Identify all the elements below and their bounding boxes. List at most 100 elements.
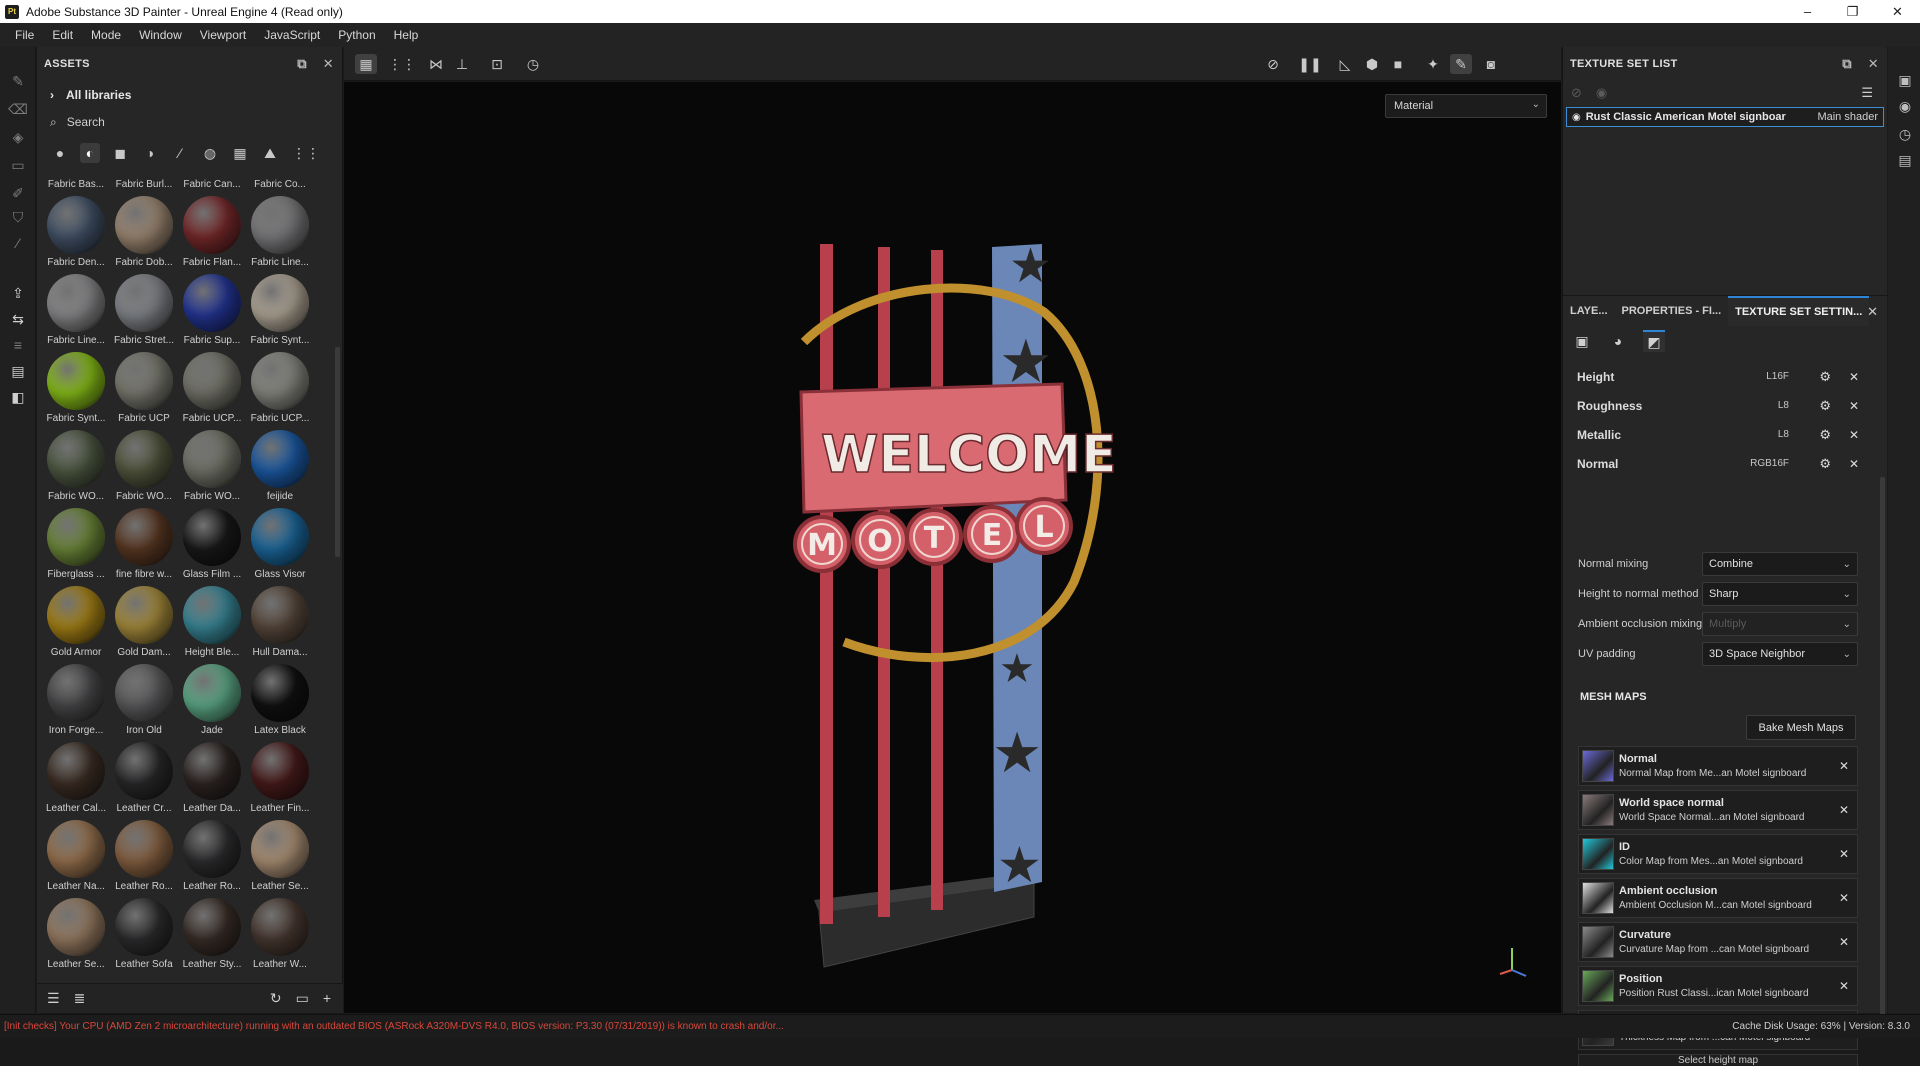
asset-thumbnail[interactable]: Glass Film ... (178, 505, 246, 583)
menu-window[interactable]: Window (130, 28, 191, 42)
select-height-map[interactable]: Select height map (1578, 1054, 1858, 1066)
screenshot-icon[interactable]: ◙ (1480, 54, 1502, 74)
asset-thumbnail[interactable]: Leather Ro... (178, 817, 246, 895)
height-to-normal-select[interactable]: Sharp ⌄ (1702, 582, 1858, 606)
remove-icon[interactable]: ✕ (1839, 891, 1849, 905)
layout-grid-icon[interactable]: ⋮⋮ (388, 54, 416, 74)
asset-thumbnail[interactable]: Fabric WO... (178, 427, 246, 505)
remove-icon[interactable]: ✕ (1839, 847, 1849, 861)
log-icon[interactable]: ▤ (1896, 151, 1914, 169)
smart-material-filter-icon[interactable]: ◐ (80, 143, 100, 163)
shelf-icon[interactable]: ◧ (8, 387, 28, 407)
channel-display-select[interactable]: Material ⌄ (1385, 94, 1547, 118)
asset-thumbnail[interactable]: Fabric Stret... (110, 271, 178, 349)
hide-all-icon[interactable]: ⊘ (1571, 85, 1582, 101)
paint-brush-icon[interactable]: ✎ (8, 71, 28, 91)
asset-thumbnail[interactable]: Leather Cal... (42, 739, 110, 817)
history-icon[interactable]: ◷ (522, 54, 544, 74)
mesh-map-row[interactable]: Normal Normal Map from Me...an Motel sign… (1578, 746, 1858, 786)
asset-thumbnail[interactable]: Leather Na... (42, 817, 110, 895)
search-input[interactable]: ⌕ Search (37, 109, 342, 135)
particles-icon[interactable]: ✦ (1422, 54, 1444, 74)
asset-thumbnail[interactable]: Leather Fin... (246, 739, 314, 817)
asset-thumbnail[interactable]: Fiberglass ... (42, 505, 110, 583)
list-view-icon[interactable]: ☰ (47, 990, 60, 1007)
brush-filter-icon[interactable]: ⁄ (170, 143, 190, 163)
paint-mode-icon[interactable]: ✎ (1450, 54, 1472, 74)
menu-help[interactable]: Help (385, 28, 428, 42)
pause-icon[interactable]: ❚❚ (1298, 54, 1321, 74)
measure-icon[interactable]: ≡ (8, 335, 28, 355)
filter-view-icon[interactable]: ≣ (74, 990, 86, 1007)
normal-mixing-select[interactable]: Combine ⌄ (1702, 552, 1858, 576)
remove-icon[interactable]: ✕ (1849, 370, 1859, 384)
remove-icon[interactable]: ✕ (1839, 935, 1849, 949)
mask-filter-icon[interactable]: ◼ (110, 143, 130, 163)
uv-tab-icon[interactable]: ◩ (1643, 330, 1665, 352)
assets-scrollbar[interactable] (335, 347, 340, 557)
remove-icon[interactable]: ✕ (1849, 457, 1859, 471)
channel-format[interactable]: L8 (1778, 429, 1789, 440)
asset-thumbnail[interactable]: fine fibre w... (110, 505, 178, 583)
material-tab-icon[interactable]: ◕ (1607, 330, 1629, 352)
asset-thumbnail[interactable]: Fabric WO... (110, 427, 178, 505)
channel-format[interactable]: L8 (1778, 400, 1789, 411)
asset-thumbnail[interactable]: Glass Visor (246, 505, 314, 583)
asset-thumbnail[interactable]: Latex Black (246, 661, 314, 739)
menu-icon[interactable]: ☰ (1861, 85, 1873, 101)
asset-thumbnail[interactable]: Leather W... (246, 895, 314, 969)
tab-layers[interactable]: LAYE... (1563, 296, 1615, 326)
shader-settings-icon[interactable]: ◉ (1896, 97, 1914, 115)
eye-icon[interactable]: ◉ (1572, 112, 1581, 123)
bake-icon[interactable]: ⇆ (8, 309, 28, 329)
remove-icon[interactable]: ✕ (1849, 399, 1859, 413)
bake-mesh-maps-button[interactable]: Bake Mesh Maps (1746, 715, 1856, 740)
right-panel-scrollbar[interactable] (1880, 477, 1885, 1037)
asset-thumbnail[interactable]: Fabric Synt... (42, 349, 110, 427)
close-icon[interactable]: ✕ (1867, 304, 1878, 320)
export-icon[interactable]: ⇪ (8, 283, 28, 303)
menu-file[interactable]: File (6, 28, 43, 42)
mesh-map-row[interactable]: Curvature Curvature Map from ...can Motel… (1578, 922, 1858, 962)
uv-padding-select[interactable]: 3D Space Neighbor ⌄ (1702, 642, 1858, 666)
menu-javascript[interactable]: JavaScript (255, 28, 329, 42)
hide-icon[interactable]: ⊘ (1262, 54, 1284, 74)
tab-properties[interactable]: PROPERTIES - FI... (1615, 296, 1729, 326)
gear-icon[interactable]: ⚙ (1819, 456, 1831, 472)
close-window-button[interactable]: ✕ (1875, 0, 1920, 23)
restore-button[interactable]: ❐ (1830, 0, 1875, 23)
undock-icon[interactable]: ⧉ (1842, 56, 1852, 72)
align-icon[interactable]: ⊥ (451, 54, 473, 74)
document-icon[interactable]: ▤ (8, 361, 28, 381)
all-filters-icon[interactable]: ⋮⋮ (292, 143, 320, 163)
remove-icon[interactable]: ✕ (1839, 803, 1849, 817)
asset-thumbnail[interactable]: Gold Armor (42, 583, 110, 661)
gear-icon[interactable]: ⚙ (1819, 369, 1831, 385)
smart-mask-filter-icon[interactable]: ◑ (140, 143, 160, 163)
asset-thumbnail[interactable]: Iron Old (110, 661, 178, 739)
camera-grid-icon[interactable]: ▦ (355, 54, 377, 74)
asset-thumbnail[interactable]: Leather Cr... (110, 739, 178, 817)
environment-filter-icon[interactable]: ⛰ (260, 143, 280, 163)
mesh-map-row[interactable]: World space normal World Space Normal...a… (1578, 790, 1858, 830)
eraser-icon[interactable]: ⌫ (8, 99, 28, 119)
channel-format[interactable]: L16F (1766, 371, 1789, 382)
asset-thumbnail[interactable]: Jade (178, 661, 246, 739)
asset-thumbnail[interactable]: Leather Se... (42, 895, 110, 969)
asset-thumbnail[interactable]: Fabric Den... (42, 193, 110, 271)
tab-texture-set-settings[interactable]: TEXTURE SET SETTIN... (1728, 295, 1870, 326)
settings-tab-icon[interactable]: ▣ (1571, 330, 1593, 352)
gear-icon[interactable]: ⚙ (1819, 398, 1831, 414)
asset-thumbnail[interactable]: Iron Forge... (42, 661, 110, 739)
status-error[interactable]: [Init checks] Your CPU (AMD Zen 2 microa… (0, 1021, 784, 1032)
remove-icon[interactable]: ✕ (1839, 759, 1849, 773)
color-picker-icon[interactable]: ⁄ (8, 233, 28, 253)
2d-view-icon[interactable]: ◺ (1334, 54, 1356, 74)
history-icon[interactable]: ◷ (1896, 125, 1914, 143)
3d-view-icon[interactable]: ⬢ (1361, 54, 1383, 74)
asset-thumbnail[interactable]: Fabric UCP (110, 349, 178, 427)
clone-stamp-icon[interactable]: ⛉ (8, 207, 28, 227)
gear-icon[interactable]: ⚙ (1819, 427, 1831, 443)
asset-thumbnail[interactable]: feijide (246, 427, 314, 505)
asset-thumbnail[interactable]: Leather Da... (178, 739, 246, 817)
